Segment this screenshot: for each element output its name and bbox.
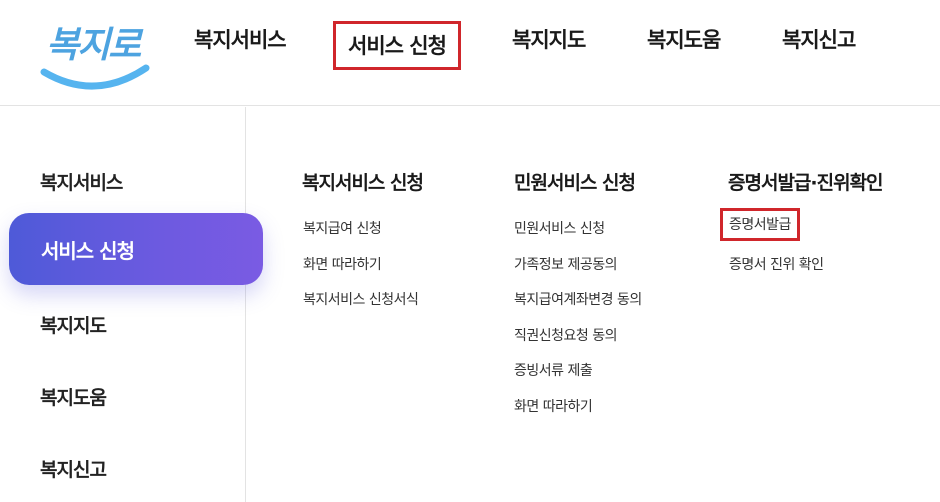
submenu-link[interactable]: 복지급여 신청 [303, 218, 382, 238]
submenu-link[interactable]: 복지서비스 신청서식 [303, 289, 419, 309]
top-header: 복지로 복지서비스 서비스 신청 복지지도 복지도움 복지신고 [0, 0, 940, 106]
submenu-link[interactable]: 증빙서류 제출 [514, 360, 593, 380]
submenu-link-certificate-verify[interactable]: 증명서 진위 확인 [729, 254, 824, 274]
sidebar-item-label: 서비스 신청 [41, 239, 135, 263]
submenu-link[interactable]: 화면 따라하기 [514, 396, 593, 416]
submenu-link[interactable]: 화면 따라하기 [303, 254, 382, 274]
sidebar: 복지서비스 서비스 신청 복지지도 복지도움 복지신고 [0, 107, 263, 502]
column-title: 복지서비스 신청 [302, 172, 424, 194]
gnb-item-welfare-report[interactable]: 복지신고 [782, 24, 856, 54]
gnb-item-welfare-map[interactable]: 복지지도 [512, 24, 586, 54]
logo-smile-icon [40, 64, 150, 90]
sidebar-item-welfare-map[interactable]: 복지지도 [40, 311, 107, 338]
submenu-link[interactable]: 민원서비스 신청 [514, 218, 605, 238]
column-title: 증명서발급·진위확인 [728, 172, 884, 194]
bokjiro-logo[interactable]: 복지로 [40, 10, 150, 102]
column-title: 민원서비스 신청 [514, 172, 636, 194]
sidebar-item-welfare-help[interactable]: 복지도움 [40, 383, 107, 410]
submenu-link[interactable]: 직권신청요청 동의 [514, 325, 618, 345]
gnb-item-welfare-help[interactable]: 복지도움 [647, 24, 721, 54]
submenu-link[interactable]: 가족정보 제공동의 [514, 254, 618, 274]
sidebar-item-welfare-report[interactable]: 복지신고 [40, 455, 107, 482]
gnb-item-welfare-service[interactable]: 복지서비스 [194, 24, 287, 54]
sidebar-item-welfare-service[interactable]: 복지서비스 [40, 168, 123, 195]
submenu-link-certificate-issue[interactable]: 증명서발급 [720, 208, 800, 241]
submenu-link[interactable]: 복지급여계좌변경 동의 [514, 289, 642, 309]
gnb-item-service-apply[interactable]: 서비스 신청 [333, 21, 461, 70]
sidebar-item-service-apply[interactable]: 서비스 신청 [9, 213, 263, 285]
